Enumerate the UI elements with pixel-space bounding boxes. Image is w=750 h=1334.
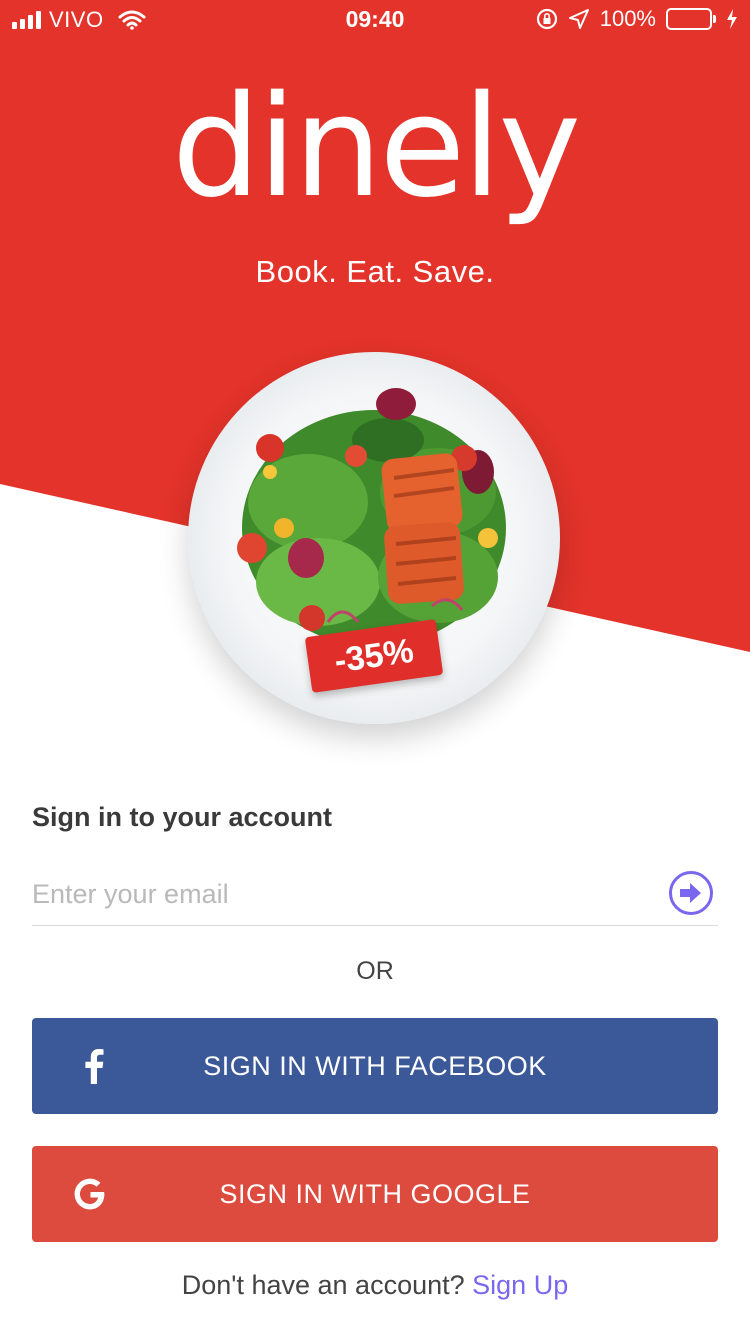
tagline: Book. Eat. Save. bbox=[255, 254, 495, 289]
location-icon bbox=[568, 9, 589, 29]
signup-link[interactable]: Sign Up bbox=[472, 1270, 568, 1300]
google-button-label: SIGN IN WITH GOOGLE bbox=[219, 1179, 531, 1209]
google-signin-button[interactable]: SIGN IN WITH GOOGLE bbox=[32, 1146, 718, 1242]
signup-prompt-text: Don't have an account? bbox=[181, 1270, 465, 1300]
app-logo: dinely bbox=[171, 66, 581, 229]
signup-prompt: Don't have an account? Sign Up bbox=[0, 1270, 750, 1301]
status-bar: VIVO 09:40 100% bbox=[0, 0, 750, 40]
battery-icon bbox=[666, 8, 716, 30]
food-plate-image: -35% bbox=[188, 352, 560, 724]
email-field-row bbox=[32, 866, 718, 926]
arrow-right-circle-icon[interactable] bbox=[668, 870, 714, 916]
battery-percent: 100% bbox=[599, 6, 656, 31]
email-input[interactable] bbox=[32, 874, 632, 914]
signin-title: Sign in to your account bbox=[32, 802, 333, 832]
facebook-signin-button[interactable]: SIGN IN WITH FACEBOOK bbox=[32, 1018, 718, 1114]
facebook-button-label: SIGN IN WITH FACEBOOK bbox=[203, 1051, 547, 1081]
or-divider: OR bbox=[356, 957, 394, 985]
charging-icon bbox=[727, 9, 737, 29]
orientation-lock-icon bbox=[536, 8, 557, 30]
